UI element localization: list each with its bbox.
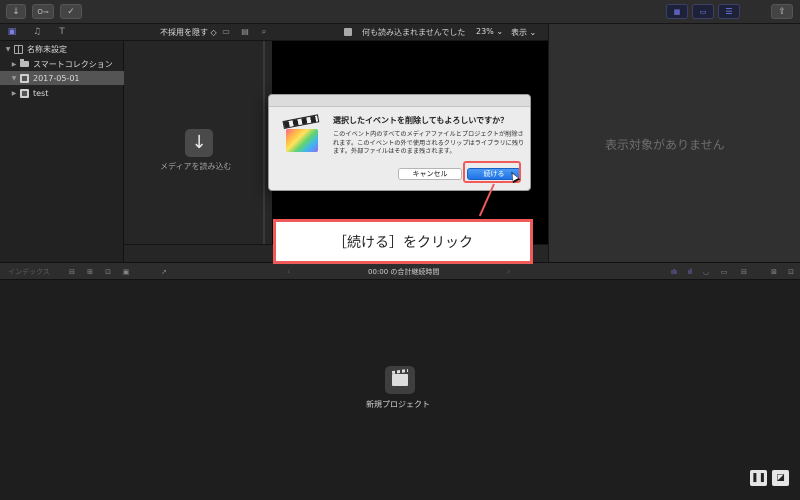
audio-skimming-icon[interactable]: ıIı [668,267,680,277]
libraries-icon[interactable]: ▣ [6,27,18,38]
import-media-button-large[interactable]: ↓ [185,129,213,157]
disclosure-triangle-icon[interactable]: ▶ [10,61,18,68]
sidebar-item-label: スマートコレクション [33,59,113,69]
new-project-button[interactable] [385,366,415,394]
overwrite-clip-icon[interactable]: ▣ [120,267,132,277]
filmstrip-icon[interactable]: ▤ [240,27,250,37]
disclosure-triangle-icon[interactable]: ▼ [10,75,18,82]
filter-popup[interactable]: 不採用を隠す ◇ [160,27,217,38]
media-browser: ↓ メディアを読み込む [124,41,272,244]
fullscreen-viewer-icon[interactable]: ◪ [772,470,789,486]
download-arrow-icon: ↓ [12,6,20,17]
keywords-button[interactable]: O⊸ [32,4,54,19]
chevron-right-icon[interactable]: › [507,267,510,276]
effects-browser-icon[interactable]: ⊟ [738,267,750,277]
photos-audio-icon[interactable]: ♫ [31,27,43,38]
dialog-message: このイベント内のすべてのメディアファイルとプロジェクトが削除されます。このイベン… [333,131,525,156]
show-inspector-button[interactable]: ☰ [718,4,740,19]
append-clip-icon[interactable]: ⊡ [102,267,114,277]
import-media-label: メディアを読み込む [160,162,232,171]
library-icon [14,44,23,54]
solo-icon[interactable]: ◡ [700,267,712,277]
download-arrow-icon: ↓ [191,132,207,153]
chevron-left-icon[interactable]: ‹ [287,267,290,276]
sidebar-item-event-2017-05-01[interactable]: ▼ 2017-05-01 [0,71,124,85]
connect-clip-icon[interactable]: ⊟ [66,267,78,277]
disclosure-triangle-icon[interactable]: ▼ [4,46,12,53]
display-menu[interactable]: 表示 ⌄ [511,27,536,38]
checkmark-circle-icon: ✓ [67,6,75,17]
inspector-empty-text: 表示対象がありません [605,138,725,152]
library-row[interactable]: ▼ 名称未設定 [0,42,124,56]
event-icon [344,28,352,36]
viewer-status-text: 何も読み込まれませんでした [362,28,466,37]
show-browser-button[interactable]: ▦ [666,4,688,19]
search-icon[interactable]: ⌕ [259,27,269,37]
dialog-title: 選択したイベントを削除してもよろしいですか？ [333,116,509,125]
library-sidebar: ▼ 名称未設定 ▶ スマートコレクション ▼ 2017-05-01 ▶ test [0,41,124,262]
transitions-browser-icon[interactable]: ⊠ [768,267,780,277]
zoom-popup[interactable]: 23% ⌄ [476,27,503,36]
key-icon: O⊸ [37,7,49,16]
viewer-header: 何も読み込まれませんでした 23% ⌄ 表示 ⌄ [272,24,548,41]
library-name-label: 名称未設定 [27,44,67,54]
library-header: ▣ ♫ T [0,24,124,41]
disclosure-triangle-icon[interactable]: ▶ [10,90,18,97]
share-icon: ⇪ [778,6,786,17]
sidebar-item-event-test[interactable]: ▶ test [0,86,124,100]
dialog-titlebar [269,95,530,107]
event-icon [20,88,29,98]
new-project-label: 新規プロジェクト [366,400,430,409]
index-button[interactable]: インデックス [8,267,50,277]
sidebar-item-label: test [33,88,49,98]
sliders-icon: ☰ [725,7,733,16]
timeline: 新規プロジェクト ❚❚ ◪ [0,280,800,500]
instruction-callout: ［続ける］をクリック [273,219,533,264]
sidebar-item-smart-collection[interactable]: ▶ スマートコレクション [0,57,124,71]
inspector: 表示対象がありません [548,24,800,262]
timeline-icon: ▭ [699,7,707,16]
show-timeline-button[interactable]: ▭ [692,4,714,19]
more-icon[interactable]: ⊡ [785,267,797,277]
browser-resize-handle[interactable] [263,41,265,244]
grid-icon: ▦ [673,7,681,16]
folder-icon [20,59,29,67]
background-tasks-button[interactable]: ✓ [60,4,82,19]
browser-header: 不採用を隠す ◇ ▭ ▤ ⌕ [124,24,272,41]
clip-appearance-icon[interactable]: ▭ [718,267,730,277]
cancel-button[interactable]: キャンセル [398,168,462,180]
final-cut-pro-icon [282,114,320,153]
import-media-button[interactable]: ↓ [6,4,26,19]
titles-generators-icon[interactable]: T [56,27,68,38]
event-icon [20,73,29,83]
pause-icon[interactable]: ❚❚ [750,470,767,486]
share-button[interactable]: ⇪ [771,4,793,19]
timeline-toolbar: インデックス ⊟ ⊞ ⊡ ▣ ➚ ‹ 00:00 の合計継続時間 › ıIı ı… [0,262,800,280]
clapperboard-icon [392,374,408,386]
sidebar-item-label: 2017-05-01 [33,73,80,83]
insert-clip-icon[interactable]: ⊞ [84,267,96,277]
total-duration-text: 00:00 の合計継続時間 [368,268,440,276]
clip-appearance-icon[interactable]: ▭ [221,27,231,37]
main-toolbar: ↓ O⊸ ✓ ▦ ▭ ☰ ⇪ [0,0,800,24]
skimming-icon[interactable]: ıl [684,267,696,277]
select-tool-icon[interactable]: ➚ [158,267,170,277]
